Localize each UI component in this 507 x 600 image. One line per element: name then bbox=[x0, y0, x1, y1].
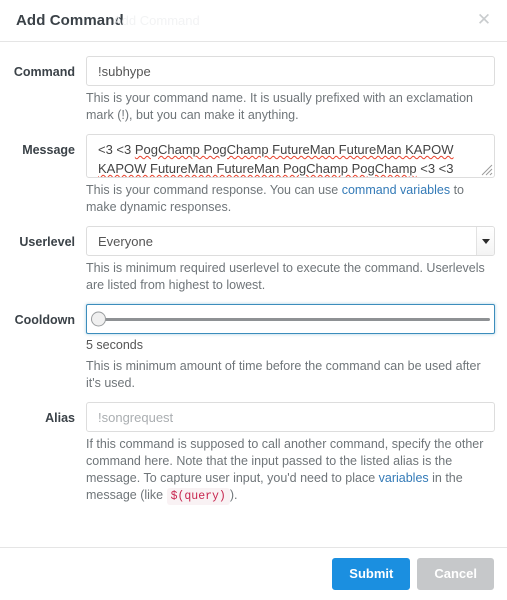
userlevel-help-text: This is minimum required userlevel to ex… bbox=[86, 261, 485, 292]
help-row-userlevel: This is minimum required userlevel to ex… bbox=[12, 256, 495, 304]
ghost-title-artifact: Add Command bbox=[113, 13, 200, 28]
message-help-text: This is your command response. You can u… bbox=[86, 178, 495, 226]
alias-label: Alias bbox=[45, 411, 75, 425]
message-text-plain-a: <3 <3 bbox=[98, 142, 135, 157]
alias-input[interactable] bbox=[86, 402, 495, 432]
add-command-modal: Add Command Add Command ✕ Command This i… bbox=[0, 0, 507, 600]
userlevel-select[interactable]: Everyone bbox=[86, 226, 495, 256]
message-text-spell-b: KAPOW FutureMan FutureMan PogChamp PogCh… bbox=[98, 161, 417, 176]
alias-help-text: If this command is supposed to call anot… bbox=[86, 432, 495, 515]
variables-link[interactable]: variables bbox=[379, 471, 429, 485]
command-help-text: This is your command name. It is usually… bbox=[86, 91, 473, 122]
modal-title: Add Command bbox=[16, 12, 124, 29]
message-label: Message bbox=[22, 143, 75, 157]
message-text-spell-a: PogChamp PogChamp FutureMan FutureMan KA… bbox=[134, 142, 454, 157]
help-row-message: This is your command response. You can u… bbox=[12, 178, 495, 226]
message-text-plain-b: <3 <3 bbox=[416, 161, 454, 176]
help-row-alias: If this command is supposed to call anot… bbox=[12, 432, 495, 515]
cooldown-slider[interactable] bbox=[86, 304, 495, 334]
cooldown-slider-thumb[interactable] bbox=[91, 311, 106, 327]
field-row-command: Command bbox=[12, 56, 495, 86]
userlevel-label: Userlevel bbox=[19, 235, 75, 249]
submit-button[interactable]: Submit bbox=[332, 558, 411, 590]
field-row-alias: Alias bbox=[12, 402, 495, 432]
cooldown-value-label: 5 seconds bbox=[86, 338, 143, 352]
modal-body: Command This is your command name. It is… bbox=[0, 42, 507, 515]
cooldown-label: Cooldown bbox=[14, 313, 75, 327]
cooldown-help-text: This is minimum amount of time before th… bbox=[86, 359, 481, 390]
field-row-userlevel: Userlevel Everyone bbox=[12, 226, 495, 256]
alias-help-c: ). bbox=[229, 488, 238, 502]
command-label: Command bbox=[13, 65, 75, 79]
field-row-message: Message <3 <3 PogChamp PogChamp FutureMa… bbox=[12, 134, 495, 178]
modal-header: Add Command Add Command ✕ bbox=[0, 0, 507, 42]
query-variable-code: $(query) bbox=[166, 488, 230, 505]
cancel-button[interactable]: Cancel bbox=[417, 558, 494, 590]
command-input[interactable] bbox=[86, 56, 495, 86]
field-row-cooldown: Cooldown 5 seconds This is minimum amoun… bbox=[12, 304, 495, 402]
modal-footer: Submit Cancel bbox=[0, 547, 507, 600]
chevron-down-icon[interactable] bbox=[476, 227, 494, 255]
command-variables-link[interactable]: command variables bbox=[342, 183, 450, 197]
help-row-command: This is your command name. It is usually… bbox=[12, 86, 495, 134]
cooldown-slider-track[interactable] bbox=[91, 311, 490, 327]
message-textarea[interactable]: <3 <3 PogChamp PogChamp FutureMan Future… bbox=[86, 134, 495, 178]
message-help-a: This is your command response. You can u… bbox=[86, 183, 342, 197]
close-icon[interactable]: ✕ bbox=[473, 9, 495, 31]
